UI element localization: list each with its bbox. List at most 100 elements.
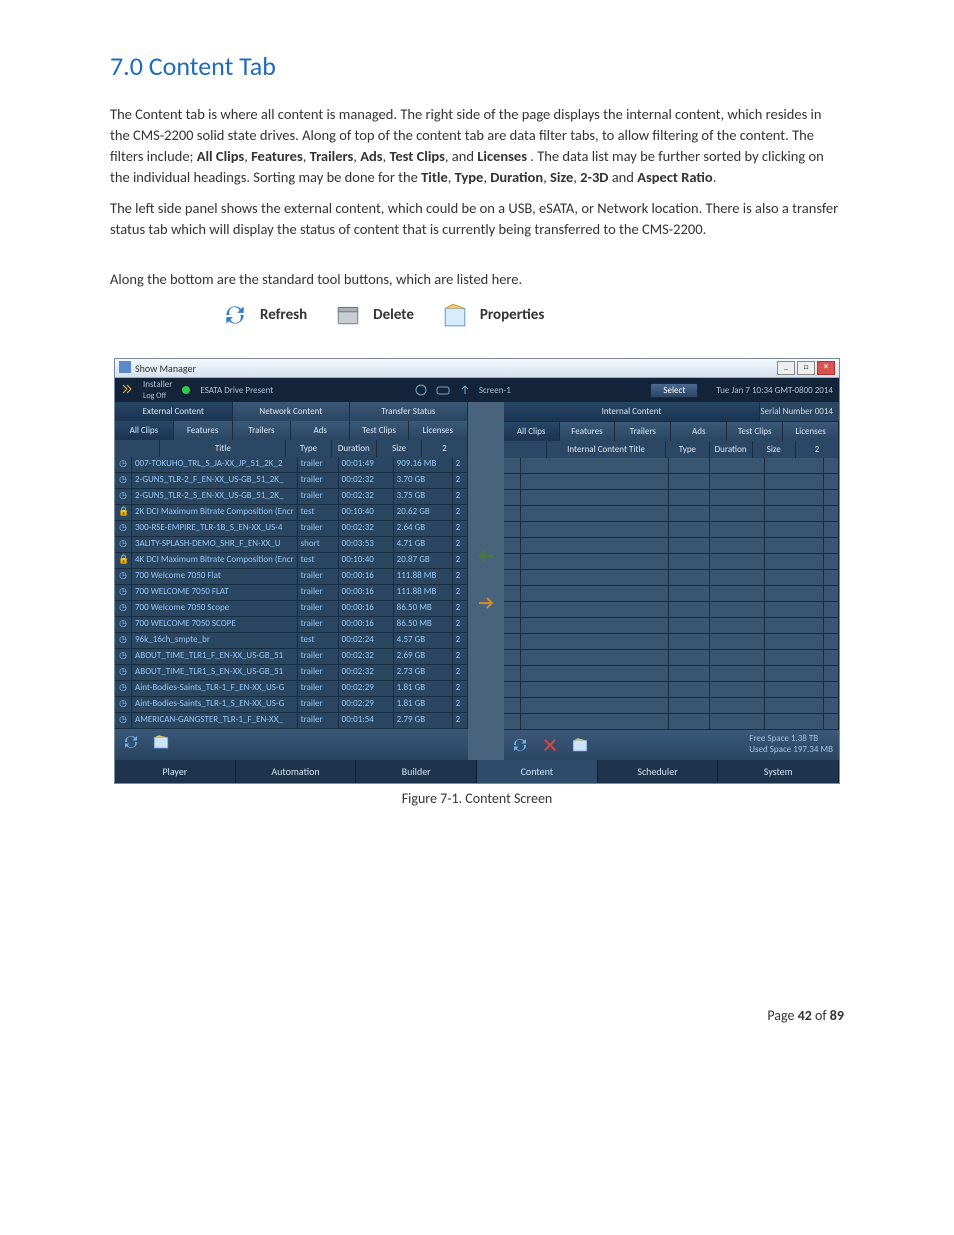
navtab-scheduler[interactable]: Scheduler bbox=[598, 760, 719, 783]
table-row[interactable] bbox=[504, 666, 839, 682]
properties-icon[interactable] bbox=[570, 736, 590, 754]
window-titlebar[interactable]: Show Manager _ □ ✕ bbox=[115, 359, 839, 378]
table-row[interactable]: ◷2-GUNS_TLR-2_F_EN-XX_US-GB_51_2K_traile… bbox=[115, 473, 468, 489]
table-row[interactable] bbox=[504, 490, 839, 506]
col-ar[interactable]: 2 bbox=[422, 440, 467, 457]
navtab-content[interactable]: Content bbox=[477, 760, 598, 783]
table-row[interactable]: ◷2-GUNS_TLR-2_S_EN-XX_US-GB_51_2K_traile… bbox=[115, 489, 468, 505]
table-row[interactable] bbox=[504, 634, 839, 650]
cell-ar: 2 bbox=[453, 681, 468, 696]
table-row[interactable] bbox=[504, 522, 839, 538]
table-row[interactable]: ◷700 WELCOME 7050 SCOPEtrailer00:00:1686… bbox=[115, 617, 468, 633]
subtab-test-clips[interactable]: Test Clips bbox=[727, 422, 783, 441]
subtab-licenses[interactable]: Licenses bbox=[409, 421, 468, 440]
table-row[interactable]: 🔒4K DCI Maximum Bitrate Composition (Enc… bbox=[115, 553, 468, 569]
tab-internal-content[interactable]: Internal Content bbox=[504, 402, 761, 421]
subtab-ads[interactable]: Ads bbox=[291, 421, 350, 440]
figure-caption: Figure 7-1. Content Screen bbox=[110, 790, 844, 807]
projector-icon[interactable] bbox=[413, 383, 429, 397]
col-duration[interactable]: Duration bbox=[332, 440, 377, 457]
table-row[interactable] bbox=[504, 650, 839, 666]
tab-transfer-status[interactable]: Transfer Status bbox=[350, 402, 468, 421]
cell-title: Aint-Bodies-Saints_TLR-1_F_EN-XX_US-G bbox=[132, 681, 298, 696]
table-row[interactable] bbox=[504, 538, 839, 554]
upload-icon[interactable] bbox=[457, 383, 473, 397]
table-row[interactable] bbox=[504, 602, 839, 618]
col-type[interactable]: Type bbox=[666, 441, 709, 458]
cell-title: 3ALITY-SPLASH-DEMO_SHR_F_EN-XX_U bbox=[132, 537, 298, 552]
transfer-left-icon[interactable] bbox=[475, 546, 497, 569]
cell-ar: 2 bbox=[453, 537, 468, 552]
close-button[interactable]: ✕ bbox=[817, 361, 835, 375]
subtab-trailers[interactable]: Trailers bbox=[233, 421, 292, 440]
cell-size: 1.81 GB bbox=[394, 681, 453, 696]
col-duration[interactable]: Duration bbox=[710, 441, 753, 458]
navtab-system[interactable]: System bbox=[718, 760, 839, 783]
refresh-icon[interactable] bbox=[121, 733, 141, 751]
table-row[interactable] bbox=[504, 458, 839, 474]
properties-icon[interactable] bbox=[151, 733, 171, 751]
storage-icon[interactable] bbox=[435, 383, 451, 397]
main-nav-tabs: Player Automation Builder Content Schedu… bbox=[115, 760, 839, 783]
table-row[interactable] bbox=[504, 506, 839, 522]
minimize-button[interactable]: _ bbox=[777, 361, 795, 375]
select-button[interactable]: Select bbox=[650, 383, 698, 398]
refresh-icon[interactable] bbox=[510, 736, 530, 754]
navtab-automation[interactable]: Automation bbox=[236, 760, 357, 783]
col-ar[interactable]: 2 bbox=[796, 441, 839, 458]
table-row[interactable] bbox=[504, 474, 839, 490]
table-row[interactable] bbox=[504, 554, 839, 570]
external-content-table: ◷007-TOKUHO_TRL_S_JA-XX_JP_51_2K_2traile… bbox=[115, 457, 468, 729]
cell-type: test bbox=[298, 505, 339, 520]
subtab-features[interactable]: Features bbox=[560, 422, 616, 441]
table-row[interactable]: ◷AMERICAN-GANGSTER_TLR-1_F_EN-XX_trailer… bbox=[115, 713, 468, 729]
sort-col: Aspect Ratio bbox=[637, 168, 713, 186]
table-row[interactable] bbox=[504, 714, 839, 730]
subtab-trailers[interactable]: Trailers bbox=[615, 422, 671, 441]
table-row[interactable]: ◷700 Welcome 7050 Flattrailer00:00:16111… bbox=[115, 569, 468, 585]
tool-properties-label: Properties bbox=[480, 306, 544, 324]
clip-icon: ◷ bbox=[115, 601, 132, 616]
navtab-player[interactable]: Player bbox=[115, 760, 236, 783]
col-size[interactable]: Size bbox=[753, 441, 796, 458]
cell-ar: 2 bbox=[453, 665, 468, 680]
tab-network-content[interactable]: Network Content bbox=[233, 402, 351, 421]
table-row[interactable]: ◷Aint-Bodies-Saints_TLR-1_S_EN-XX_US-Gtr… bbox=[115, 697, 468, 713]
table-row[interactable]: ◷300-RSE-EMPIRE_TLR-1B_S_EN-XX_US-4trail… bbox=[115, 521, 468, 537]
logoff-link[interactable]: Log Off bbox=[143, 391, 166, 401]
col-size[interactable]: Size bbox=[377, 440, 422, 457]
table-row[interactable]: ◷3ALITY-SPLASH-DEMO_SHR_F_EN-XX_Ushort00… bbox=[115, 537, 468, 553]
navtab-builder[interactable]: Builder bbox=[356, 760, 477, 783]
delete-icon[interactable] bbox=[540, 736, 560, 754]
table-row[interactable]: ◷Aint-Bodies-Saints_TLR-1_F_EN-XX_US-Gtr… bbox=[115, 681, 468, 697]
table-row[interactable]: 🔒2K DCI Maximum Bitrate Composition (Enc… bbox=[115, 505, 468, 521]
table-row[interactable] bbox=[504, 618, 839, 634]
table-row[interactable] bbox=[504, 570, 839, 586]
table-row[interactable] bbox=[504, 586, 839, 602]
installer-label[interactable]: Installer bbox=[143, 379, 172, 390]
col-internal-title[interactable]: Internal Content Title bbox=[547, 441, 667, 458]
cell-size: 4.57 GB bbox=[394, 633, 453, 648]
cell-duration: 00:00:16 bbox=[339, 617, 394, 632]
table-row[interactable]: ◷ABOUT_TIME_TLR1_F_EN-XX_US-GB_51trailer… bbox=[115, 649, 468, 665]
transfer-right-icon[interactable] bbox=[475, 593, 497, 616]
subtab-ads[interactable]: Ads bbox=[671, 422, 727, 441]
table-row[interactable] bbox=[504, 698, 839, 714]
maximize-button[interactable]: □ bbox=[797, 361, 815, 375]
table-row[interactable]: ◷96k_16ch_smpte_brtest00:02:244.57 GB2 bbox=[115, 633, 468, 649]
tab-external-content[interactable]: External Content bbox=[115, 402, 233, 421]
subtab-licenses[interactable]: Licenses bbox=[783, 422, 839, 441]
subtab-all-clips[interactable]: All Clips bbox=[504, 422, 560, 441]
subtab-features[interactable]: Features bbox=[174, 421, 233, 440]
table-row[interactable] bbox=[504, 682, 839, 698]
table-row[interactable]: ◷700 WELCOME 7050 FLATtrailer00:00:16111… bbox=[115, 585, 468, 601]
clip-icon: ◷ bbox=[115, 521, 132, 536]
col-type[interactable]: Type bbox=[286, 440, 331, 457]
table-row[interactable]: ◷ABOUT_TIME_TLR1_S_EN-XX_US-GB_51trailer… bbox=[115, 665, 468, 681]
subtab-all-clips[interactable]: All Clips bbox=[115, 421, 174, 440]
subtab-test-clips[interactable]: Test Clips bbox=[350, 421, 409, 440]
table-row[interactable]: ◷007-TOKUHO_TRL_S_JA-XX_JP_51_2K_2traile… bbox=[115, 457, 468, 473]
table-row[interactable]: ◷700 Welcome 7050 Scopetrailer00:00:1686… bbox=[115, 601, 468, 617]
col-title[interactable]: Title bbox=[160, 440, 286, 457]
installer-icon[interactable] bbox=[121, 383, 133, 398]
